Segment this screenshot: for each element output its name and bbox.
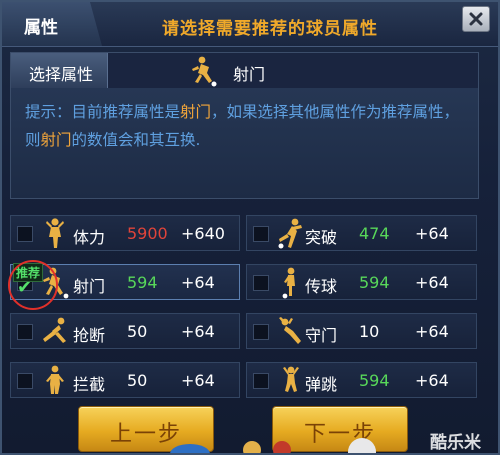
hint-attr-highlight: 射门 <box>180 103 212 121</box>
attribute-checkbox[interactable] <box>17 324 33 340</box>
attribute-checkbox[interactable] <box>17 373 33 389</box>
attribute-value: 474 <box>359 224 390 243</box>
watermark: 酷乐米 <box>430 433 481 453</box>
attribute-value: 10 <box>359 322 380 341</box>
attribute-name: 拦截 <box>73 375 106 394</box>
attribute-name: 射门 <box>73 277 106 296</box>
attribute-name: 抢断 <box>73 326 106 345</box>
selected-attribute-value: 射门 <box>233 65 266 84</box>
attribute-bonus: +640 <box>181 224 225 243</box>
intercept-player-icon <box>46 365 64 394</box>
attribute-item-dribble[interactable]: 突破 474 +64 <box>246 215 477 251</box>
header-tab-label: 属性 <box>24 18 58 38</box>
attribute-bonus: +64 <box>415 273 449 292</box>
attribute-item-goalkeeper[interactable]: 守门 10 +64 <box>246 313 477 349</box>
attribute-bonus: +64 <box>415 322 449 341</box>
attribute-value: 50 <box>127 371 148 390</box>
select-attribute-label: 选择属性 <box>29 65 94 84</box>
attribute-bonus: +64 <box>415 371 449 390</box>
hint-suffix: 的数值会和其互换. <box>71 131 201 149</box>
goalkeeper-player-icon <box>279 317 301 344</box>
hint-text: 提示：目前推荐属性是射门，如果选择其他属性作为推荐属性，则射门的数值会和其互换. <box>25 98 465 154</box>
passing-player-icon <box>282 267 295 299</box>
stamina-player-icon <box>46 218 64 248</box>
dribble-player-icon <box>278 218 302 249</box>
attribute-value: 594 <box>127 273 158 292</box>
attribute-name: 守门 <box>305 326 338 345</box>
close-button[interactable] <box>462 6 490 32</box>
attribute-bonus: +64 <box>181 371 215 390</box>
jump-player-icon <box>283 366 299 392</box>
attribute-bonus: +64 <box>181 273 215 292</box>
attribute-item-stamina[interactable]: 体力 5900 +640 <box>10 215 240 251</box>
hint-prefix: 提示：目前推荐属性是 <box>25 103 181 121</box>
select-label-box: 选择属性 <box>11 53 108 89</box>
attribute-name: 传球 <box>305 277 338 296</box>
dialog-title: 请选择需要推荐的球员属性 <box>162 19 378 39</box>
attribute-select-dialog: 属性 请选择需要推荐的球员属性 选择属性 射门 提示：目前推荐属性是射门，如果选… <box>0 0 500 455</box>
attribute-value: 594 <box>359 371 390 390</box>
hint-attr-highlight-2: 射门 <box>40 131 72 149</box>
attribute-name: 突破 <box>305 228 338 247</box>
dialog-header: 属性 请选择需要推荐的球员属性 <box>2 2 498 47</box>
attribute-value: 5900 <box>127 224 168 243</box>
attribute-checkbox[interactable] <box>253 373 269 389</box>
attribute-checkbox[interactable] <box>253 275 269 291</box>
attribute-checkbox[interactable] <box>253 324 269 340</box>
attribute-checkbox[interactable] <box>17 226 33 242</box>
shooting-player-icon <box>192 56 217 87</box>
attribute-bonus: +64 <box>415 224 449 243</box>
attribute-item-tackle[interactable]: 抢断 50 +64 <box>10 313 240 349</box>
selected-attribute-row: 选择属性 射门 <box>10 52 479 90</box>
attribute-bonus: +64 <box>181 322 215 341</box>
attribute-name: 弹跳 <box>305 375 338 394</box>
attribute-value: 50 <box>127 322 148 341</box>
close-icon <box>469 12 483 26</box>
footer-decoration <box>170 438 376 453</box>
attribute-checkbox[interactable] <box>253 226 269 242</box>
attribute-name: 体力 <box>73 228 106 247</box>
highlight-circle <box>8 260 58 310</box>
attribute-item-intercept[interactable]: 拦截 50 +64 <box>10 362 240 398</box>
attribute-item-jump[interactable]: 弹跳 594 +64 <box>246 362 477 398</box>
tackle-player-icon <box>43 317 66 343</box>
attribute-item-passing[interactable]: 传球 594 +64 <box>246 264 477 300</box>
hint-box: 提示：目前推荐属性是射门，如果选择其他属性作为推荐属性，则射门的数值会和其互换. <box>10 88 479 199</box>
attribute-value: 594 <box>359 273 390 292</box>
